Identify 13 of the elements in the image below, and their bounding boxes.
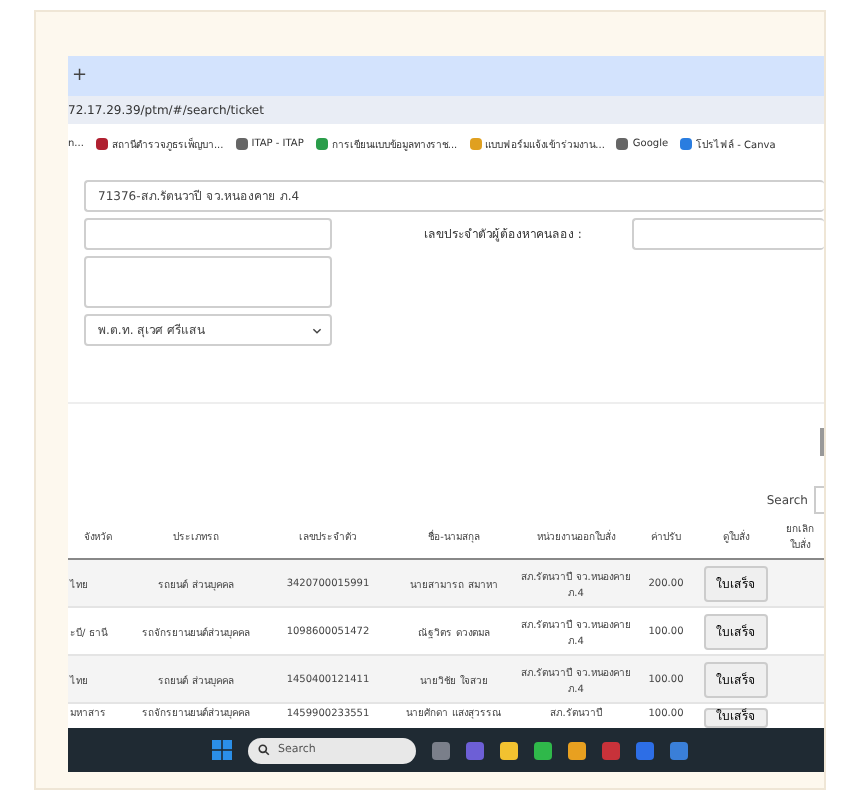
new-tab-button[interactable]: + xyxy=(68,66,88,86)
bookmark-icon xyxy=(469,138,482,150)
chevron-down-icon xyxy=(312,327,322,333)
bookmark-icon xyxy=(616,138,629,150)
search-icon xyxy=(258,744,270,756)
bookmark-icon xyxy=(315,138,328,150)
bookmark-icon xyxy=(235,138,248,150)
search-field[interactable] xyxy=(814,486,824,514)
input-field[interactable] xyxy=(84,218,332,250)
bookmark-icon xyxy=(95,138,108,150)
id-number-field[interactable] xyxy=(632,218,824,250)
bookmark-icon xyxy=(680,138,693,150)
start-icon[interactable] xyxy=(212,740,232,760)
